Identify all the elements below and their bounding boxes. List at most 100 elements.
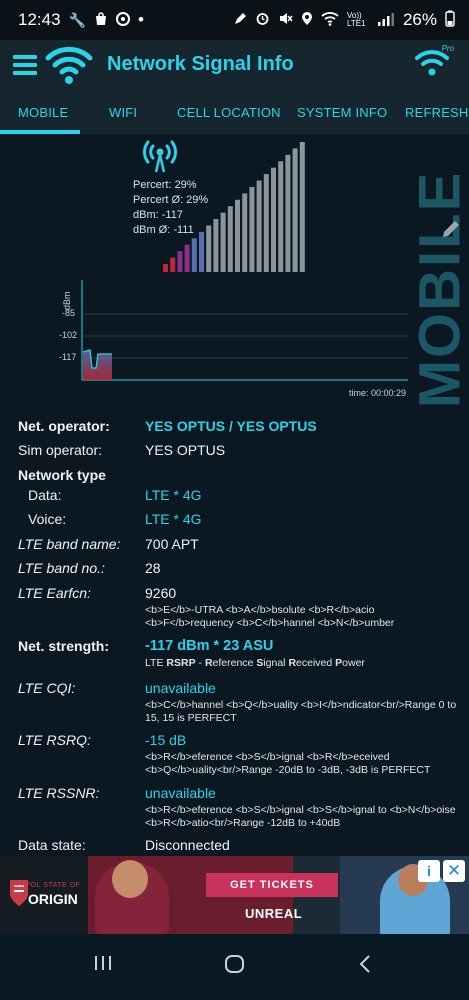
pro-label: Pro (441, 44, 454, 53)
main-content: MOBILE Percert: 29% Percert Ø: 29% dBm: … (0, 134, 469, 856)
player-image (112, 860, 148, 898)
strength-desc-part: R (288, 657, 297, 669)
battery-icon (445, 10, 455, 30)
bag-icon (94, 11, 108, 29)
tab-refresh[interactable]: REFRESH S (405, 105, 469, 120)
menu-icon[interactable] (13, 55, 37, 75)
signal-bar (184, 244, 190, 272)
signal-bar (213, 219, 219, 272)
signal-bar (177, 251, 183, 272)
rsrq-description: <b>R</b>eference <b>S</b>ignal <b>R</b>e… (145, 751, 431, 776)
signal-bar (271, 167, 276, 272)
rssnr-label: LTE RSSNR: (18, 785, 100, 801)
wrench-icon: 🔧 (68, 11, 86, 28)
get-tickets-button[interactable]: GET TICKETS (206, 873, 338, 897)
rsrq-value: -15 dB (145, 732, 187, 748)
rssnr-description: <b>R</b>eference <b>S</b>ignal <b>S</b>i… (145, 804, 456, 829)
net-strength-label: Net. strength: (18, 638, 109, 654)
net-operator-label: Net. operator: (18, 418, 110, 434)
signal-dbm: dBm: -117 (133, 209, 183, 221)
net-operator-value: YES OPTUS / YES OPTUS (145, 418, 317, 434)
network-type-label: Network type (18, 467, 106, 483)
ad-brand: UNREAL (245, 906, 303, 921)
strength-desc-part: eference (212, 657, 257, 669)
data-label: Data: (28, 487, 62, 503)
strength-desc-part: R (204, 657, 213, 669)
rsrq-label: LTE RSRQ: (18, 732, 91, 748)
signal-bar (285, 154, 291, 272)
signal-bar (191, 238, 197, 272)
voice-value: LTE * 4G (145, 511, 202, 527)
system-nav-bar (0, 934, 469, 1000)
ad-logo: ORIGIN (28, 891, 78, 907)
data-state-value: Disconnected (145, 837, 230, 853)
band-name-label: LTE band name: (18, 536, 121, 552)
graph-tick: -117 (59, 352, 77, 362)
signal-percent-avg: Percert Ø: 29% (133, 194, 209, 206)
signal-bar (299, 142, 305, 272)
earfcn-label: LTE Earfcn: (18, 585, 91, 601)
band-no-label: LTE band no.: (18, 560, 105, 576)
side-label: MOBILE (408, 134, 469, 409)
dot-icon: • (137, 10, 144, 29)
edit-icon[interactable] (440, 218, 462, 245)
signal-bar (278, 161, 284, 272)
signal-bar (263, 174, 269, 272)
status-bar: 12:43 🔧 • Vo)) LTE1 26% (0, 0, 469, 40)
wifi-icon (321, 11, 339, 29)
battery-percent: 26% (402, 10, 437, 29)
pro-wifi-icon[interactable]: Pro (414, 44, 454, 85)
signal-graph: dBm -85 -102 -117 time: 00:00:29 (56, 280, 408, 398)
data-value: LTE * 4G (145, 487, 202, 503)
band-name-value: 700 APT (145, 536, 199, 552)
wifi-logo-icon (44, 44, 94, 91)
home-icon[interactable] (224, 954, 246, 979)
network-tag: Vo)) LTE1 (346, 11, 366, 28)
clock: 12:43 (18, 10, 61, 29)
back-icon[interactable] (358, 954, 372, 979)
status-left: 12:43 🔧 • (18, 10, 144, 30)
signal-bar (249, 186, 255, 272)
cqi-value: unavailable (145, 680, 216, 696)
voice-label: Voice: (28, 511, 67, 527)
strength-desc-part: RSRP (166, 657, 196, 669)
strength-desc-part: ignal (263, 657, 289, 669)
tab-mobile[interactable]: MOBILE (18, 105, 68, 120)
app-title: Network Signal Info (107, 53, 294, 75)
mute-icon (278, 11, 293, 29)
earfcn-value: 9260 (145, 585, 177, 601)
graph-tick: -85 (62, 308, 76, 318)
signal-bar (227, 206, 233, 272)
signal-bar (292, 148, 298, 272)
signal-icon (377, 12, 395, 29)
ad-close-icon[interactable]: ✕ (443, 860, 465, 882)
tab-wifi[interactable]: WIFI (109, 105, 137, 120)
app-bar: Network Signal Info Pro (0, 40, 469, 92)
alarm-icon (255, 11, 270, 29)
strength-desc-part: ower (342, 657, 365, 669)
location-icon (301, 11, 313, 29)
signal-bar (256, 180, 262, 272)
side-label-text: MOBILE (407, 170, 469, 409)
signal-bar (220, 212, 226, 272)
data-state-label: Data state: (18, 837, 86, 853)
sim-operator-label: Sim operator: (18, 442, 103, 458)
tab-system-info[interactable]: SYSTEM INFO (297, 105, 387, 120)
graph-tick: -102 (59, 330, 78, 340)
net-strength-value: -117 dBm * 23 ASU (145, 638, 274, 654)
recent-apps-icon[interactable] (93, 954, 113, 977)
ad-logo-sub: AMPOL STATE OF (14, 882, 81, 889)
ad-info-icon[interactable]: i (418, 860, 440, 882)
signal-bar (242, 193, 248, 272)
tab-cell-location[interactable]: CELL LOCATION (177, 105, 281, 120)
strength-desc-part: - (195, 657, 205, 669)
signal-percent: Percert: 29% (133, 179, 197, 191)
cqi-label: LTE CQI: (18, 680, 76, 696)
pen-icon (233, 12, 247, 29)
cqi-description: <b>C</b>hannel <b>Q</b>uality <b>I</b>nd… (145, 699, 457, 724)
band-no-value: 28 (145, 560, 161, 576)
signal-bar (163, 264, 168, 272)
strength-desc-part: eceived (296, 657, 336, 669)
strength-desc-part: LTE (145, 657, 167, 669)
strength-description: LTE RSRP - Reference Signal Received Pow… (145, 657, 463, 670)
